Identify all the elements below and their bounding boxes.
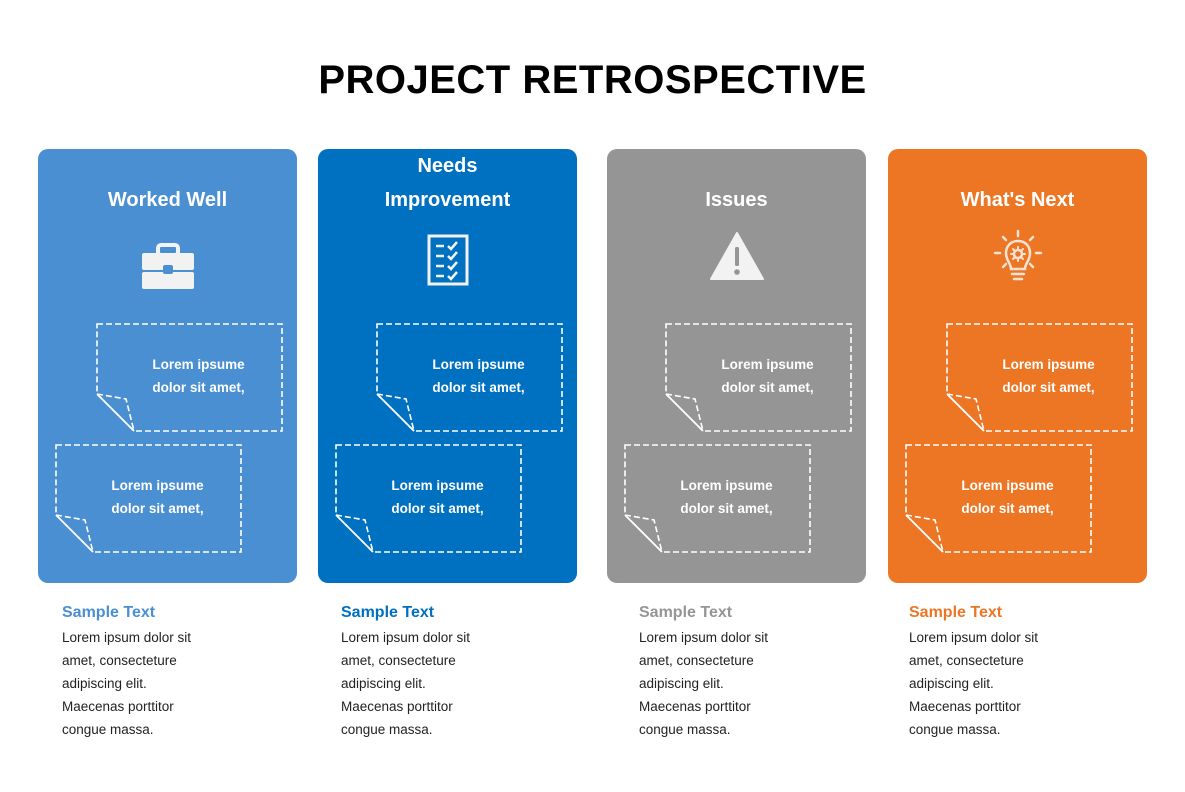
caption-title: Sample Text (639, 604, 733, 621)
checklist-icon (427, 234, 469, 291)
card-heading: Issues (607, 183, 866, 217)
sticky-note: Lorem ipsume dolor sit amet, (376, 323, 563, 432)
warning-icon (709, 231, 765, 286)
caption-line: congue massa. (909, 722, 1001, 737)
note-line: dolor sit amet, (721, 380, 814, 395)
note-line: dolor sit amet, (432, 380, 525, 395)
card-heading: Needs Improvement (318, 149, 577, 217)
card-heading-line: Issues (705, 189, 768, 211)
caption-body: Lorem ipsum dolor sit amet, consecteture… (341, 626, 561, 741)
note-line: Lorem ipsume (961, 478, 1054, 493)
caption-line: amet, consecteture (341, 653, 456, 668)
note-line: dolor sit amet, (391, 501, 484, 516)
note-line: dolor sit amet, (680, 501, 773, 516)
caption-body: Lorem ipsum dolor sit amet, consecteture… (639, 626, 859, 741)
note-line: Lorem ipsume (680, 478, 773, 493)
note-text: Lorem ipsume dolor sit amet, (75, 474, 240, 520)
sticky-note: Lorem ipsume dolor sit amet, (946, 323, 1133, 432)
caption-line: congue massa. (341, 722, 433, 737)
note-line: Lorem ipsume (1002, 357, 1095, 372)
sticky-note: Lorem ipsume dolor sit amet, (624, 444, 811, 553)
caption-line: Maecenas porttitor (62, 699, 174, 714)
note-line: dolor sit amet, (1002, 380, 1095, 395)
caption-line: adipiscing elit. (62, 676, 147, 691)
caption-line: adipiscing elit. (341, 676, 426, 691)
caption-line: Maecenas porttitor (639, 699, 751, 714)
page-title: PROJECT RETROSPECTIVE (318, 58, 867, 102)
caption-line: amet, consecteture (639, 653, 754, 668)
caption-line: congue massa. (639, 722, 731, 737)
note-line: Lorem ipsume (152, 357, 245, 372)
sticky-note: Lorem ipsume dolor sit amet, (665, 323, 852, 432)
card-heading-line: Worked Well (107, 189, 228, 211)
caption-title: Sample Text (62, 604, 156, 621)
note-text: Lorem ipsume dolor sit amet, (925, 474, 1090, 520)
caption-line: congue massa. (62, 722, 154, 737)
briefcase-icon (141, 243, 195, 296)
caption-line: adipiscing elit. (909, 676, 994, 691)
caption-body: Lorem ipsum dolor sit amet, consecteture… (62, 626, 282, 741)
caption-whats-next: Sample Text Lorem ipsum dolor sit amet, … (909, 602, 1129, 741)
note-text: Lorem ipsume dolor sit amet, (355, 474, 520, 520)
card-heading-line: Improvement (384, 189, 511, 211)
sticky-note: Lorem ipsume dolor sit amet, (96, 323, 283, 432)
sticky-note: Lorem ipsume dolor sit amet, (905, 444, 1092, 553)
card-heading: What's Next (888, 183, 1147, 217)
note-line: dolor sit amet, (111, 501, 204, 516)
lightbulb-icon (991, 229, 1045, 292)
note-line: Lorem ipsume (432, 357, 525, 372)
note-line: Lorem ipsume (721, 357, 814, 372)
caption-line: Lorem ipsum dolor sit (341, 630, 471, 645)
note-line: dolor sit amet, (961, 501, 1054, 516)
card-heading: Worked Well (38, 183, 297, 217)
note-text: Lorem ipsume dolor sit amet, (966, 353, 1131, 399)
caption-issues: Sample Text Lorem ipsum dolor sit amet, … (639, 602, 859, 741)
caption-line: Lorem ipsum dolor sit (62, 630, 192, 645)
caption-line: Maecenas porttitor (909, 699, 1021, 714)
card-heading-line: What's Next (960, 189, 1075, 211)
caption-body: Lorem ipsum dolor sit amet, consecteture… (909, 626, 1129, 741)
caption-line: Maecenas porttitor (341, 699, 453, 714)
caption-needs-improvement: Sample Text Lorem ipsum dolor sit amet, … (341, 602, 561, 741)
caption-line: adipiscing elit. (639, 676, 724, 691)
note-text: Lorem ipsume dolor sit amet, (116, 353, 281, 399)
caption-line: amet, consecteture (62, 653, 177, 668)
sticky-note: Lorem ipsume dolor sit amet, (55, 444, 242, 553)
note-line: Lorem ipsume (111, 478, 204, 493)
note-line: Lorem ipsume (391, 478, 484, 493)
note-text: Lorem ipsume dolor sit amet, (644, 474, 809, 520)
caption-title: Sample Text (909, 604, 1003, 621)
caption-line: Lorem ipsum dolor sit (639, 630, 769, 645)
caption-line: amet, consecteture (909, 653, 1024, 668)
note-text: Lorem ipsume dolor sit amet, (685, 353, 850, 399)
caption-worked-well: Sample Text Lorem ipsum dolor sit amet, … (62, 602, 282, 741)
note-text: Lorem ipsume dolor sit amet, (396, 353, 561, 399)
sticky-note: Lorem ipsume dolor sit amet, (335, 444, 522, 553)
note-line: dolor sit amet, (152, 380, 245, 395)
card-heading-line: Needs (417, 155, 478, 177)
caption-title: Sample Text (341, 604, 435, 621)
caption-line: Lorem ipsum dolor sit (909, 630, 1039, 645)
